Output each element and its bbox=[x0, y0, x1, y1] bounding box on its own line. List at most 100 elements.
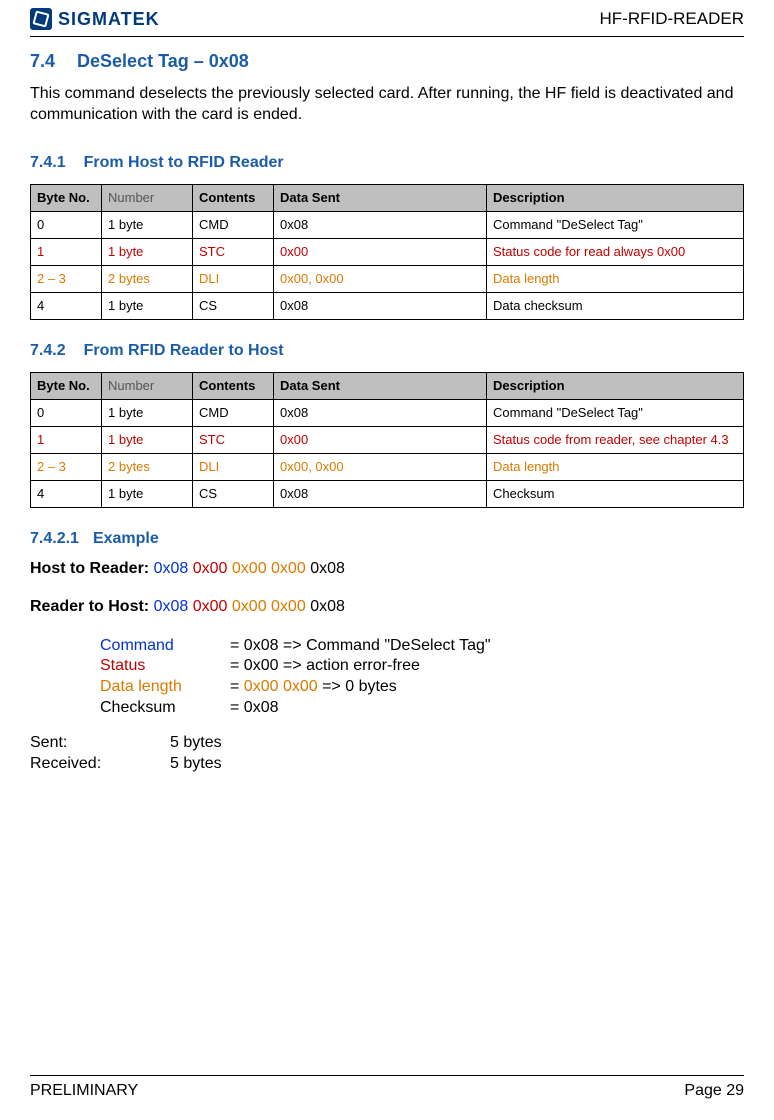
ex-cmd: 0x08 bbox=[154, 598, 189, 615]
table-cell: Status code for read always 0x00 bbox=[487, 238, 744, 265]
sigmatek-logo-icon bbox=[30, 8, 52, 30]
th-contents: Contents bbox=[193, 372, 274, 399]
footer-right: Page 29 bbox=[684, 1082, 744, 1100]
table-row: 11 byteSTC0x00Status code from reader, s… bbox=[31, 426, 744, 453]
example-heading: 7.4.2.1 Example bbox=[30, 530, 744, 548]
subsection-heading-1: 7.4.1 From Host to RFID Reader bbox=[30, 154, 744, 172]
ex-stc: 0x00 bbox=[193, 598, 228, 615]
table-cell: Data length bbox=[487, 453, 744, 480]
table-header-row: Byte No. Number Contents Data Sent Descr… bbox=[31, 184, 744, 211]
table-cell: 0x00 bbox=[274, 238, 487, 265]
summary-key: Sent: bbox=[30, 733, 170, 754]
table-cell: 0x08 bbox=[274, 211, 487, 238]
ex-cs: 0x08 bbox=[310, 560, 345, 577]
table-header-row: Byte No. Number Contents Data Sent Descr… bbox=[31, 372, 744, 399]
summary-value: 5 bytes bbox=[170, 733, 222, 754]
summary-row: Sent:5 bytes bbox=[30, 733, 744, 754]
th-byte-no: Byte No. bbox=[31, 184, 102, 211]
ex-cmd: 0x08 bbox=[154, 560, 189, 577]
table-row: 41 byteCS0x08Checksum bbox=[31, 480, 744, 507]
ex-stc: 0x00 bbox=[193, 560, 228, 577]
table-cell: 1 byte bbox=[102, 211, 193, 238]
table-cell: 1 byte bbox=[102, 480, 193, 507]
table-cell: STC bbox=[193, 238, 274, 265]
table-cell: Status code from reader, see chapter 4.3 bbox=[487, 426, 744, 453]
summary-row: Received:5 bytes bbox=[30, 754, 744, 775]
th-byte-no: Byte No. bbox=[31, 372, 102, 399]
host-to-reader-table: Byte No. Number Contents Data Sent Descr… bbox=[30, 184, 744, 320]
table-cell: 2 bytes bbox=[102, 265, 193, 292]
legend-row: Status= 0x00 => action error-free bbox=[100, 656, 744, 677]
table-cell: 0x00, 0x00 bbox=[274, 453, 487, 480]
table-cell: Checksum bbox=[487, 480, 744, 507]
subsection-title-1: From Host to RFID Reader bbox=[84, 154, 284, 171]
reader-label: Reader to Host: bbox=[30, 598, 149, 615]
table-cell: 0x08 bbox=[274, 399, 487, 426]
legend-value: = 0x08 bbox=[230, 698, 278, 719]
page-header: SIGMATEK HF-RFID-READER bbox=[30, 8, 744, 30]
th-description: Description bbox=[487, 372, 744, 399]
table-cell: 0x08 bbox=[274, 480, 487, 507]
host-to-reader-example: Host to Reader: 0x08 0x00 0x00 0x00 0x08 bbox=[30, 560, 744, 578]
table-cell: Data checksum bbox=[487, 292, 744, 319]
table-cell: DLI bbox=[193, 265, 274, 292]
table-cell: 1 byte bbox=[102, 399, 193, 426]
legend-row: Checksum= 0x08 bbox=[100, 698, 744, 719]
example-number: 7.4.2.1 bbox=[30, 530, 79, 547]
table-cell: 1 byte bbox=[102, 426, 193, 453]
summary-key: Received: bbox=[30, 754, 170, 775]
table-cell: CS bbox=[193, 480, 274, 507]
table-row: 2 – 32 bytesDLI0x00, 0x00Data length bbox=[31, 453, 744, 480]
subsection-number-1: 7.4.1 bbox=[30, 154, 66, 171]
ex-dli: 0x00 0x00 bbox=[232, 560, 306, 577]
table-cell: 0 bbox=[31, 211, 102, 238]
table-cell: 2 bytes bbox=[102, 453, 193, 480]
doc-id: HF-RFID-READER bbox=[600, 9, 745, 29]
host-label: Host to Reader: bbox=[30, 560, 149, 577]
logo-text: SIGMATEK bbox=[58, 9, 160, 30]
subsection-heading-2: 7.4.2 From RFID Reader to Host bbox=[30, 342, 744, 360]
section-title: DeSelect Tag – 0x08 bbox=[77, 51, 249, 71]
th-number: Number bbox=[102, 372, 193, 399]
section-heading: 7.4 DeSelect Tag – 0x08 bbox=[30, 51, 744, 72]
table-cell: 2 – 3 bbox=[31, 453, 102, 480]
table-cell: CMD bbox=[193, 211, 274, 238]
legend-value: = 0x08 => Command "DeSelect Tag" bbox=[230, 636, 491, 657]
table-cell: 2 – 3 bbox=[31, 265, 102, 292]
table-cell: 0x00 bbox=[274, 426, 487, 453]
legend-key: Command bbox=[100, 636, 230, 657]
table-row: 41 byteCS0x08Data checksum bbox=[31, 292, 744, 319]
table-row: 01 byteCMD0x08Command "DeSelect Tag" bbox=[31, 399, 744, 426]
section-number: 7.4 bbox=[30, 51, 55, 71]
subsection-title-2: From RFID Reader to Host bbox=[84, 342, 284, 359]
table-row: 01 byteCMD0x08Command "DeSelect Tag" bbox=[31, 211, 744, 238]
subsection-number-2: 7.4.2 bbox=[30, 342, 66, 359]
logo: SIGMATEK bbox=[30, 8, 160, 30]
header-divider bbox=[30, 36, 744, 37]
table-cell: 4 bbox=[31, 292, 102, 319]
legend-value: = 0x00 0x00 => 0 bytes bbox=[230, 677, 397, 698]
legend-row: Command= 0x08 => Command "DeSelect Tag" bbox=[100, 636, 744, 657]
th-contents: Contents bbox=[193, 184, 274, 211]
example-title: Example bbox=[93, 530, 159, 547]
footer-left: PRELIMINARY bbox=[30, 1082, 138, 1100]
table-cell: Command "DeSelect Tag" bbox=[487, 211, 744, 238]
table-cell: 4 bbox=[31, 480, 102, 507]
table-cell: Data length bbox=[487, 265, 744, 292]
reader-to-host-example: Reader to Host: 0x08 0x00 0x00 0x00 0x08 bbox=[30, 598, 744, 616]
table-cell: CS bbox=[193, 292, 274, 319]
legend-value: = 0x00 => action error-free bbox=[230, 656, 420, 677]
table-cell: 1 byte bbox=[102, 238, 193, 265]
table-cell: STC bbox=[193, 426, 274, 453]
table-row: 11 byteSTC0x00Status code for read alway… bbox=[31, 238, 744, 265]
legend-row: Data length= 0x00 0x00 => 0 bytes bbox=[100, 677, 744, 698]
th-data-sent: Data Sent bbox=[274, 184, 487, 211]
th-data-sent: Data Sent bbox=[274, 372, 487, 399]
table-cell: CMD bbox=[193, 399, 274, 426]
ex-cs: 0x08 bbox=[310, 598, 345, 615]
table-row: 2 – 32 bytesDLI0x00, 0x00Data length bbox=[31, 265, 744, 292]
table-cell: DLI bbox=[193, 453, 274, 480]
table-cell: Command "DeSelect Tag" bbox=[487, 399, 744, 426]
section-intro: This command deselects the previously se… bbox=[30, 84, 744, 126]
reader-to-host-table: Byte No. Number Contents Data Sent Descr… bbox=[30, 372, 744, 508]
